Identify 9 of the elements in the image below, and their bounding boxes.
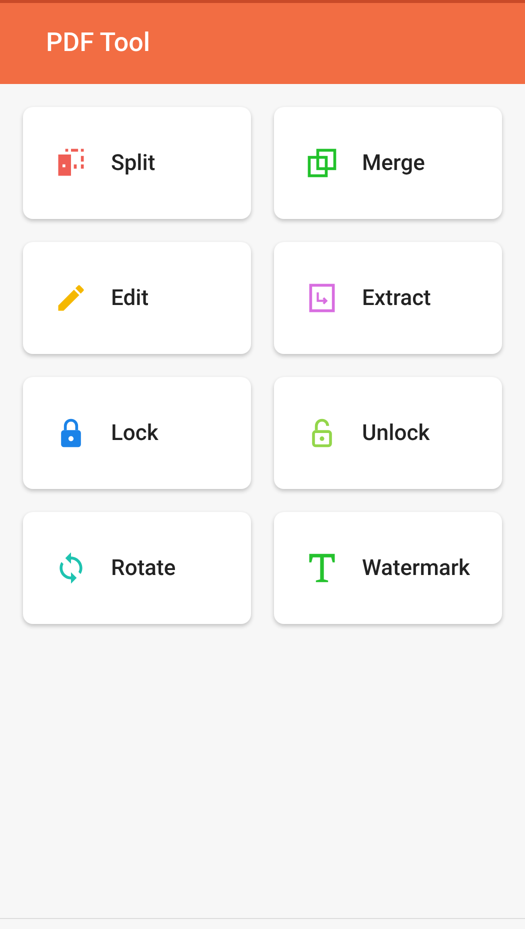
tool-card[interactable]: Lock bbox=[23, 377, 251, 489]
tool-card[interactable]: Split bbox=[23, 107, 251, 219]
tool-card[interactable]: Edit bbox=[23, 242, 251, 354]
tool-card[interactable]: Extract bbox=[274, 242, 502, 354]
tool-card[interactable]: Unlock bbox=[274, 377, 502, 489]
tool-card[interactable]: Watermark bbox=[274, 512, 502, 624]
tool-card[interactable]: Merge bbox=[274, 107, 502, 219]
tool-card[interactable]: Rotate bbox=[23, 512, 251, 624]
app-title: PDF Tool bbox=[46, 27, 150, 60]
